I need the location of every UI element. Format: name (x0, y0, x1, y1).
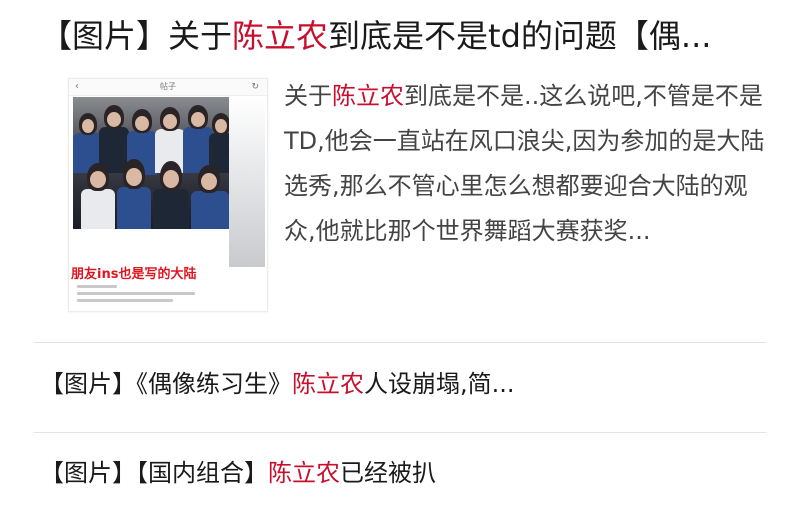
headline-prefix: 【图片】关于 (40, 17, 233, 55)
article-thumbnail[interactable]: ‹ 帖子 ↻ 朋友ins也是写的大陆 (68, 78, 268, 312)
thumbnail-topbar: ‹ 帖子 ↻ (69, 79, 267, 96)
headline-suffix: 到底是不是td的问题【偶... (328, 17, 712, 55)
related-suffix: 已经被扒 (340, 459, 436, 487)
thumbnail-caption: 朋友ins也是写的大陆 (71, 267, 265, 283)
headline-keyword: 陈立农 (232, 17, 329, 55)
related-suffix: 人设崩塌,简... (364, 370, 515, 398)
related-keyword: 陈立农 (292, 370, 364, 398)
thumbnail-text-lines (77, 285, 197, 309)
related-prefix: 【图片】【国内组合】 (40, 459, 268, 487)
summary-prefix: 关于 (284, 82, 332, 110)
photo-side-panel (229, 97, 265, 267)
divider (34, 342, 766, 343)
thumbnail-topbar-title: 帖子 (160, 82, 176, 91)
related-link[interactable]: 【图片】【国内组合】陈立农已经被扒 (40, 455, 770, 491)
refresh-icon: ↻ (251, 82, 259, 92)
group-photo (73, 97, 229, 229)
related-link[interactable]: 【图片】《偶像练习生》陈立农人设崩塌,简... (40, 366, 770, 402)
related-keyword: 陈立农 (268, 459, 340, 487)
article-headline-link[interactable]: 【图片】关于陈立农到底是不是td的问题【偶... (40, 12, 780, 60)
divider (34, 432, 766, 433)
article-summary: 关于陈立农到底是不是..这么说吧,不管是不是TD,他会一直站在风口浪尖,因为参加… (284, 74, 774, 254)
related-prefix: 【图片】《偶像练习生》 (40, 370, 292, 398)
summary-keyword: 陈立农 (332, 82, 404, 110)
